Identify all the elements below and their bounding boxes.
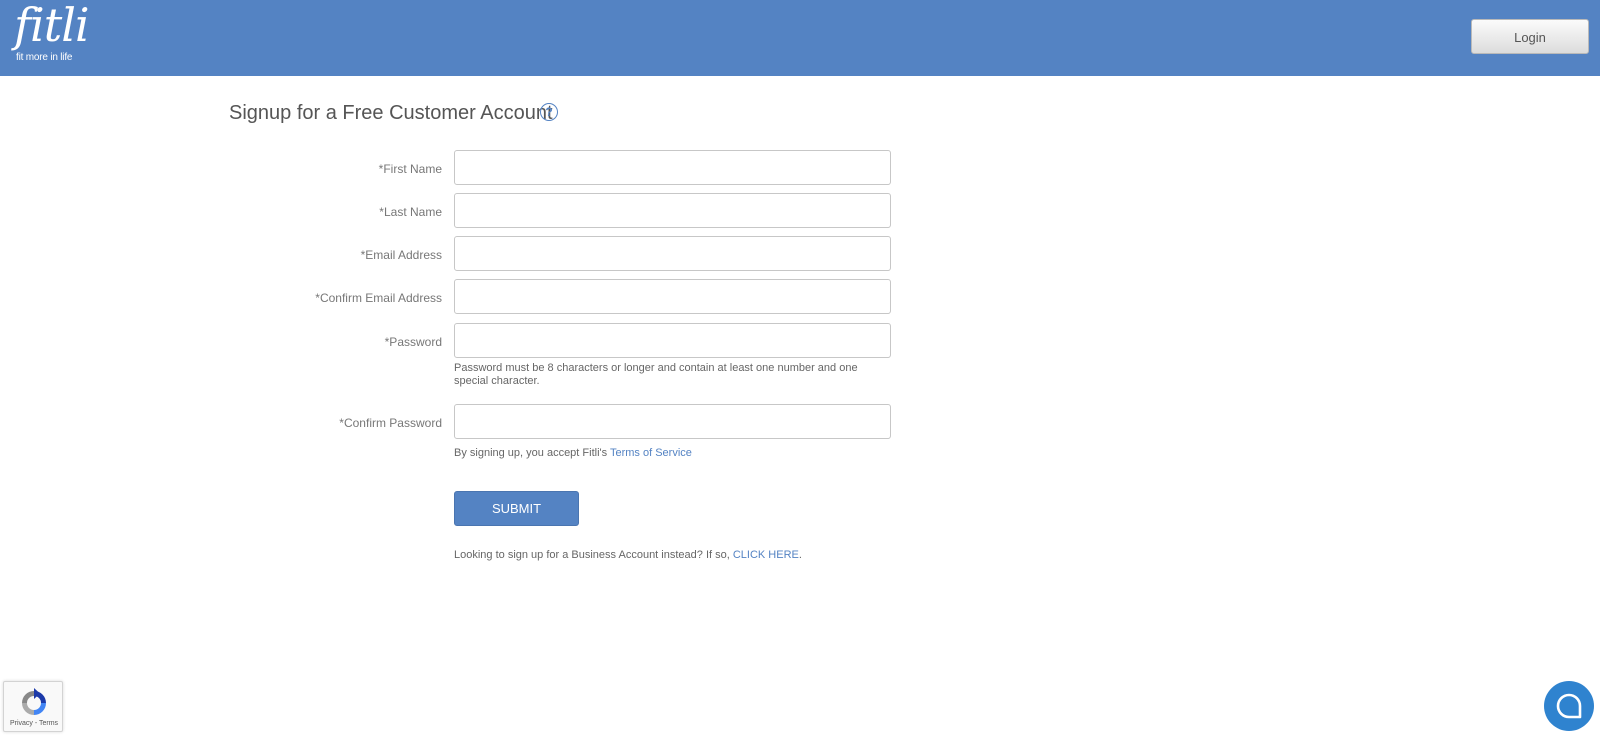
top-header: fitli fit more in life Login (0, 0, 1600, 76)
confirm-password-input[interactable] (454, 404, 891, 439)
chat-launcher-button[interactable] (1544, 681, 1594, 731)
business-prefix: Looking to sign up for a Business Accoun… (454, 549, 733, 561)
business-signup-notice: Looking to sign up for a Business Accoun… (454, 549, 802, 561)
business-signup-link[interactable]: CLICK HERE (733, 549, 799, 561)
password-label: *Password (384, 335, 442, 349)
last-name-label: *Last Name (379, 205, 442, 219)
password-input[interactable] (454, 323, 891, 358)
question-circle-icon[interactable]: ? (540, 103, 558, 121)
password-hint: Password must be 8 characters or longer … (454, 362, 858, 387)
email-label: *Email Address (360, 248, 442, 262)
confirm-password-label: *Confirm Password (339, 416, 442, 430)
first-name-label: *First Name (378, 162, 442, 176)
recaptcha-icon (22, 688, 46, 715)
page-title: Signup for a Free Customer Account (229, 102, 553, 124)
recaptcha-links[interactable]: Privacy - Terms (4, 720, 64, 727)
chat-bubble-icon (1556, 693, 1582, 719)
terms-prefix: By signing up, you accept Fitli's (454, 447, 610, 459)
terms-of-service-link[interactable]: Terms of Service (610, 447, 692, 459)
logo-word: fitli (14, 0, 90, 52)
confirm-email-input[interactable] (454, 279, 891, 314)
last-name-input[interactable] (454, 193, 891, 228)
recaptcha-badge[interactable]: Privacy - Terms (3, 681, 63, 732)
logo-tagline: fit more in life (16, 52, 73, 63)
confirm-email-label: *Confirm Email Address (315, 291, 442, 305)
terms-notice: By signing up, you accept Fitli's Terms … (454, 447, 692, 459)
submit-button[interactable]: SUBMIT (454, 491, 579, 526)
first-name-input[interactable] (454, 150, 891, 185)
fitli-logo[interactable]: fitli fit more in life (12, 0, 92, 66)
email-input[interactable] (454, 236, 891, 271)
login-button[interactable]: Login (1471, 19, 1589, 54)
business-suffix: . (798, 549, 802, 561)
